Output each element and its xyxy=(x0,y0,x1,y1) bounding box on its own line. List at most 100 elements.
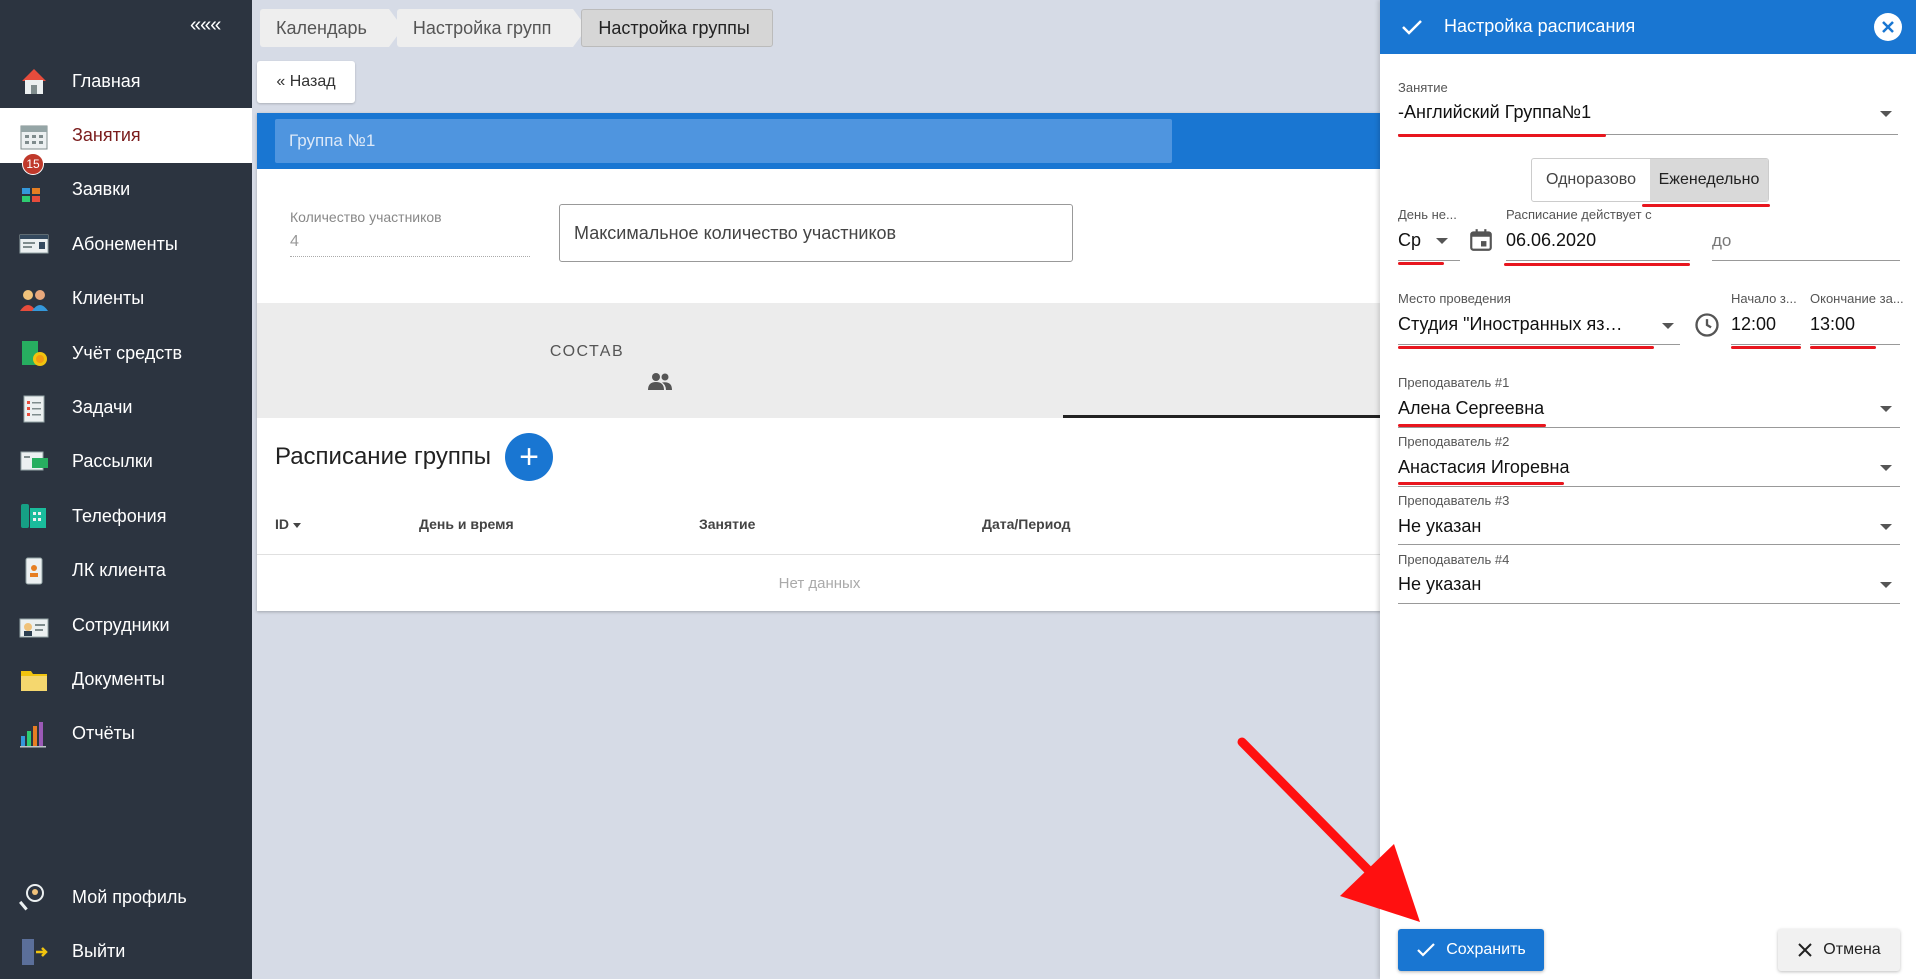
start-time-input[interactable]: 12:00 xyxy=(1731,314,1776,335)
sidebar-item-finance[interactable]: Учёт средств xyxy=(0,326,252,380)
breadcrumb-group-settings[interactable]: Настройка группы xyxy=(581,9,773,47)
chevron-down-icon[interactable] xyxy=(1880,406,1892,412)
requests-icon xyxy=(22,187,40,202)
close-panel-button[interactable] xyxy=(1874,13,1902,41)
mailing-icon xyxy=(20,451,48,471)
teacher-3-select[interactable]: Не указан xyxy=(1398,516,1868,537)
back-button[interactable]: « Назад xyxy=(257,61,355,103)
add-schedule-button[interactable]: + xyxy=(505,433,553,481)
max-participants-input[interactable]: Максимальное количество участников xyxy=(559,204,1073,262)
teacher-2-select[interactable]: Анастасия Игоревна xyxy=(1398,457,1868,478)
sidebar-item-requests[interactable]: 15 Заявки xyxy=(0,152,252,217)
chevron-down-icon[interactable] xyxy=(1880,582,1892,588)
money-icon xyxy=(22,341,47,367)
group-name-input[interactable]: Группа №1 xyxy=(275,119,1172,163)
cancel-button[interactable]: Отмена xyxy=(1778,929,1900,971)
end-time-input[interactable]: 13:00 xyxy=(1810,314,1855,335)
schedule-title: Расписание группы xyxy=(275,443,492,470)
valid-from-input[interactable]: 06.06.2020 xyxy=(1506,230,1596,251)
sidebar-item-label: Отчёты xyxy=(72,723,135,744)
participants-count-label: Количество участников xyxy=(290,209,442,225)
sidebar-item-reports[interactable]: Отчёты xyxy=(0,707,252,761)
tab-members[interactable]: СОСТАВ xyxy=(497,343,677,361)
sidebar-item-home[interactable]: Главная xyxy=(0,54,252,108)
staff-icon xyxy=(19,618,49,638)
column-day-time[interactable]: День и время xyxy=(419,516,514,532)
mode-weekly-button[interactable]: Еженедельно xyxy=(1650,159,1768,201)
sidebar-item-clients[interactable]: Клиенты xyxy=(0,272,252,326)
weekday-select[interactable]: Ср xyxy=(1398,230,1421,251)
sidebar-item-label: Задачи xyxy=(72,397,133,418)
save-button[interactable]: Сохранить xyxy=(1398,929,1544,971)
sidebar-item-staff[interactable]: Сотрудники xyxy=(0,598,252,652)
reports-icon xyxy=(20,721,46,748)
breadcrumb: Календарь Настройка групп Настройка груп… xyxy=(260,9,773,47)
clock-icon[interactable] xyxy=(1693,311,1721,339)
client-cabinet-icon xyxy=(25,557,43,585)
chevron-down-icon[interactable] xyxy=(1662,323,1674,329)
end-time-underline xyxy=(1810,344,1900,345)
cancel-button-label: Отмена xyxy=(1823,941,1881,958)
annotation-underline xyxy=(1731,346,1801,349)
column-id-label: ID xyxy=(275,516,289,532)
sidebar-item-label: Занятия xyxy=(72,125,141,146)
column-id[interactable]: ID xyxy=(275,516,301,532)
sidebar-item-label: Рассылки xyxy=(72,451,153,472)
column-date-period[interactable]: Дата/Период xyxy=(982,516,1071,532)
sidebar-item-label: Учёт средств xyxy=(72,342,183,363)
tabs-bar xyxy=(257,303,1382,418)
close-icon xyxy=(1798,943,1813,957)
teacher-4-underline xyxy=(1398,603,1900,604)
collapse-sidebar-button[interactable]: ««« xyxy=(190,14,221,37)
mode-once-button[interactable]: Одноразово xyxy=(1532,159,1650,201)
home-icon xyxy=(22,69,46,95)
sidebar-item-profile[interactable]: Мой профиль xyxy=(0,870,252,924)
valid-from-label: Расписание действует с xyxy=(1506,207,1652,222)
chevron-down-icon[interactable] xyxy=(1880,524,1892,530)
teacher-4-label: Преподаватель #4 xyxy=(1398,552,1510,567)
sidebar-item-telephony[interactable]: Телефония xyxy=(0,489,252,543)
logout-icon xyxy=(22,938,48,965)
card-icon xyxy=(19,234,49,254)
schedule-settings-panel: Настройка расписания Занятие -Английский… xyxy=(1380,0,1916,979)
sidebar-item-label: Сотрудники xyxy=(72,614,170,635)
sidebar-bottom: Мой профиль Выйти xyxy=(0,870,252,979)
weekday-label: День не... xyxy=(1398,207,1457,222)
check-icon[interactable] xyxy=(1400,15,1424,39)
sidebar-item-logout[interactable]: Выйти xyxy=(0,924,252,978)
sidebar-item-mailings[interactable]: Рассылки xyxy=(0,435,252,489)
chevron-down-icon[interactable] xyxy=(1880,111,1892,117)
valid-to-input[interactable]: до xyxy=(1712,231,1731,251)
sidebar-item-label: Заявки xyxy=(72,179,131,200)
sidebar-item-documents[interactable]: Документы xyxy=(0,652,252,706)
column-lesson[interactable]: Занятие xyxy=(699,516,755,532)
teacher-3-label: Преподаватель #3 xyxy=(1398,493,1510,508)
sidebar-item-label: Абонементы xyxy=(72,233,178,254)
repeat-mode-toggle: Одноразово Еженедельно xyxy=(1531,158,1769,202)
calendar-icon xyxy=(20,125,48,150)
teacher-1-select[interactable]: Алена Сергеевна xyxy=(1398,398,1868,419)
chevron-down-icon[interactable] xyxy=(1436,238,1448,244)
calendar-picker-icon[interactable] xyxy=(1468,227,1494,253)
phone-icon xyxy=(21,504,46,529)
sidebar-item-label: ЛК клиента xyxy=(72,560,166,581)
place-underline xyxy=(1398,344,1680,345)
lesson-select[interactable]: -Английский Группа№1 xyxy=(1398,102,1878,123)
sidebar-item-label: Выйти xyxy=(72,941,126,962)
annotation-underline xyxy=(1398,346,1654,349)
place-select[interactable]: Студия "Иностранных язы... xyxy=(1398,314,1623,335)
teacher-2-underline xyxy=(1398,486,1900,487)
teacher-4-select[interactable]: Не указан xyxy=(1398,574,1868,595)
breadcrumb-groups-settings[interactable]: Настройка групп xyxy=(396,9,588,47)
group-people-icon xyxy=(648,373,672,390)
breadcrumb-calendar[interactable]: Календарь xyxy=(260,9,403,47)
sidebar-item-subscriptions[interactable]: Абонементы xyxy=(0,217,252,271)
sidebar-item-tasks[interactable]: Задачи xyxy=(0,380,252,434)
chevron-down-icon[interactable] xyxy=(1880,465,1892,471)
panel-title: Настройка расписания xyxy=(1444,16,1636,36)
annotation-underline xyxy=(1398,134,1606,137)
sidebar-item-client-cabinet[interactable]: ЛК клиента xyxy=(0,544,252,598)
participants-count-field: 4 xyxy=(290,231,530,257)
place-label: Место проведения xyxy=(1398,291,1511,306)
valid-to-underline xyxy=(1712,260,1900,261)
